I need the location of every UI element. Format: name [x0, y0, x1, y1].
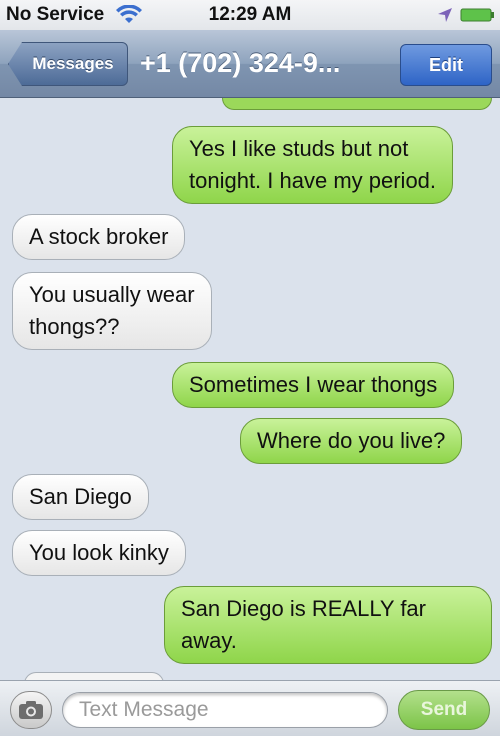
message-line: San Diego [29, 484, 132, 509]
text-message-input[interactable] [62, 692, 388, 728]
send-button[interactable]: Send [398, 690, 490, 730]
message-bubble-outgoing[interactable]: Sometimes I wear thongs [172, 362, 455, 408]
message-bubble-incoming[interactable]: A stock broker [12, 214, 186, 260]
message-bubble-outgoing[interactable]: Where do you live? [240, 418, 463, 464]
previous-bubble-stub [222, 98, 492, 110]
location-icon [438, 8, 452, 22]
nav-bar: Messages +1 (702) 324-9... Edit [0, 30, 500, 98]
camera-button[interactable] [10, 691, 52, 729]
clock: 12:29 AM [208, 4, 292, 25]
message-line: away. [181, 628, 237, 653]
camera-icon [19, 701, 43, 719]
battery-icon [460, 8, 494, 22]
message-input-bar: Send [0, 680, 500, 736]
message-line: You look kinky [29, 540, 169, 565]
message-line: A stock broker [29, 224, 169, 249]
message-bubble-incoming[interactable]: San Diego [12, 474, 149, 520]
messages-back-button[interactable]: Messages [8, 42, 128, 86]
message-bubble-incoming[interactable]: You usually wear thongs?? [12, 272, 212, 350]
message-line: Sometimes I wear thongs [189, 372, 438, 397]
status-bar: No Service 12:29 AM [0, 0, 500, 30]
message-bubble-outgoing[interactable]: Yes I like studs but not tonight. I have… [172, 126, 454, 204]
edit-button[interactable]: Edit [400, 44, 492, 86]
conversation-view[interactable]: Yes I like studs but not tonight. I have… [0, 98, 500, 680]
message-line: Yes I like studs but not [189, 136, 409, 161]
message-line: thongs?? [29, 314, 120, 339]
message-line: San Diego is REALLY far [181, 596, 426, 621]
contact-title: +1 (702) 324-9... [140, 48, 341, 78]
message-bubble-outgoing[interactable]: San Diego is REALLY far away. [164, 586, 492, 664]
message-line: Where do you live? [257, 428, 446, 453]
message-line: tonight. I have my period. [189, 168, 437, 193]
message-bubble-incoming[interactable]: You look kinky [12, 530, 186, 576]
next-bubble-stub [24, 672, 164, 680]
message-line: You usually wear [29, 282, 195, 307]
